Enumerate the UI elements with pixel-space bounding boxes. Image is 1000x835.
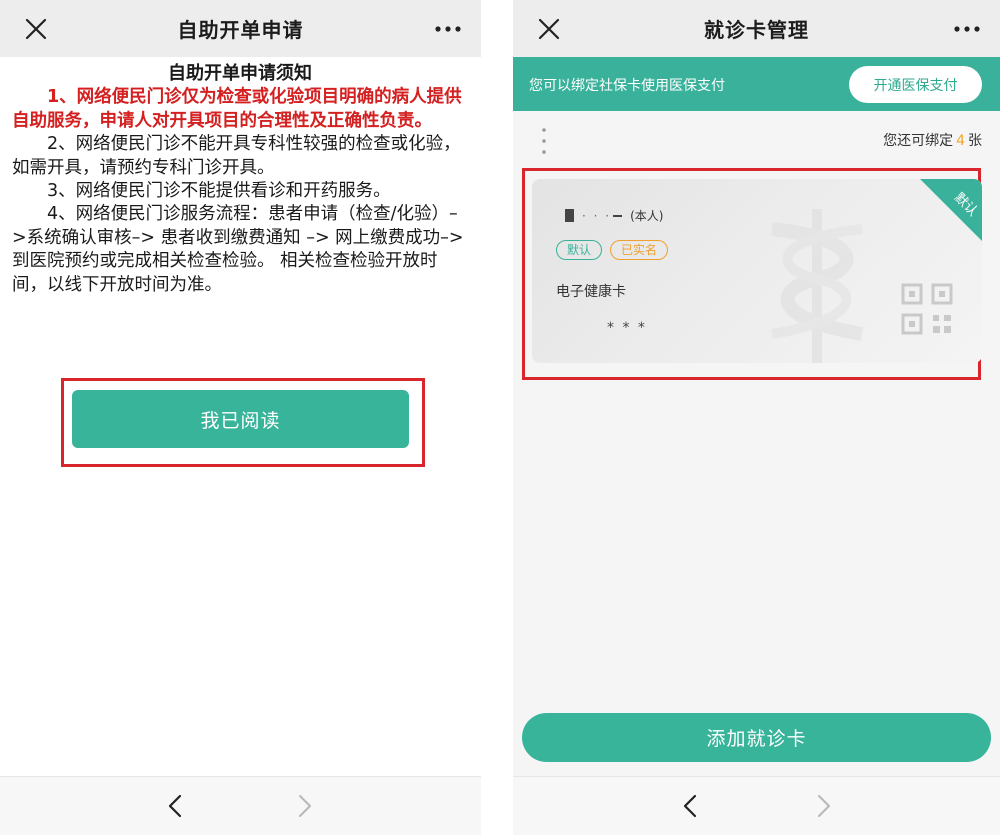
right-header: 就诊卡管理 (513, 0, 1000, 57)
enable-insurance-payment-button[interactable]: 开通医保支付 (849, 66, 982, 103)
notice-item-2: 2、网络便民门诊不能开具专科性较强的检查或化验，如需开具，请预约专科门诊开具。 (12, 134, 461, 178)
notice-title: 自助开单申请须知 (168, 63, 312, 84)
add-card-button[interactable]: 添加就诊卡 (522, 713, 991, 762)
masked-name-dots: · · · (582, 208, 612, 223)
qr-code-icon[interactable] (900, 282, 954, 336)
close-icon[interactable] (537, 17, 561, 41)
verified-tag: 已实名 (610, 240, 669, 260)
masked-name-dash (613, 214, 623, 217)
close-icon[interactable] (24, 17, 48, 41)
read-confirm-button[interactable]: 我已阅读 (72, 390, 409, 448)
back-icon[interactable] (683, 794, 697, 818)
bind-count-suffix: 张 (968, 133, 982, 149)
card-holder-name: · · · (本人) (561, 207, 663, 224)
insurance-banner: 您可以绑定社保卡使用医保支付 开通医保支付 (513, 57, 1000, 111)
bind-count-number: 4 (956, 133, 965, 149)
health-card[interactable]: 默认 · · · (本人) 默认 已实名 电子健康卡 * * * (532, 179, 982, 363)
notice-item-4: 4、网络便民门诊服务流程：患者申请（检查/化验）–>系统确认审核–> 患者收到缴… (12, 204, 464, 295)
back-icon[interactable] (168, 794, 182, 818)
page-title: 自助开单申请 (177, 18, 304, 42)
card-number: * * * (607, 320, 647, 336)
left-screen: 自助开单申请 自助开单申请须知 1、网络便民门诊仅为检查或化验项目明确的病人提供… (0, 0, 481, 835)
notice-item-1: 1、网络便民门诊仅为检查或化验项目明确的病人提供自助服务，申请人对开具项目的合理… (12, 87, 462, 131)
bind-count-text: 您还可绑定 4 张 (883, 130, 982, 150)
more-icon[interactable] (954, 26, 980, 32)
more-icon[interactable] (435, 26, 461, 32)
notice-section: 自助开单申请须知 1、网络便民门诊仅为检查或化验项目明确的病人提供自助服务，申请… (12, 62, 468, 297)
card-type: 电子健康卡 (556, 284, 626, 300)
page-title: 就诊卡管理 (704, 18, 809, 42)
right-bottom-nav (513, 776, 1000, 835)
forward-icon[interactable] (298, 794, 312, 818)
bind-count-prefix: 您还可绑定 (883, 133, 954, 149)
forward-icon[interactable] (817, 794, 831, 818)
medical-emblem-watermark-icon (771, 209, 864, 363)
left-header: 自助开单申请 (0, 0, 481, 57)
notice-item-3: 3、网络便民门诊不能提供看诊和开药服务。 (47, 181, 391, 202)
card-holder-relation: (本人) (630, 209, 664, 223)
left-bottom-nav (0, 776, 481, 835)
card-tags: 默认 已实名 (556, 240, 669, 260)
right-screen: 就诊卡管理 您可以绑定社保卡使用医保支付 开通医保支付 您还可绑定 4 张 默认 ·… (513, 0, 1000, 835)
insurance-banner-text: 您可以绑定社保卡使用医保支付 (529, 78, 725, 94)
vertical-dots-icon[interactable] (541, 126, 547, 156)
default-tag: 默认 (556, 240, 603, 260)
masked-name-block (565, 209, 574, 222)
